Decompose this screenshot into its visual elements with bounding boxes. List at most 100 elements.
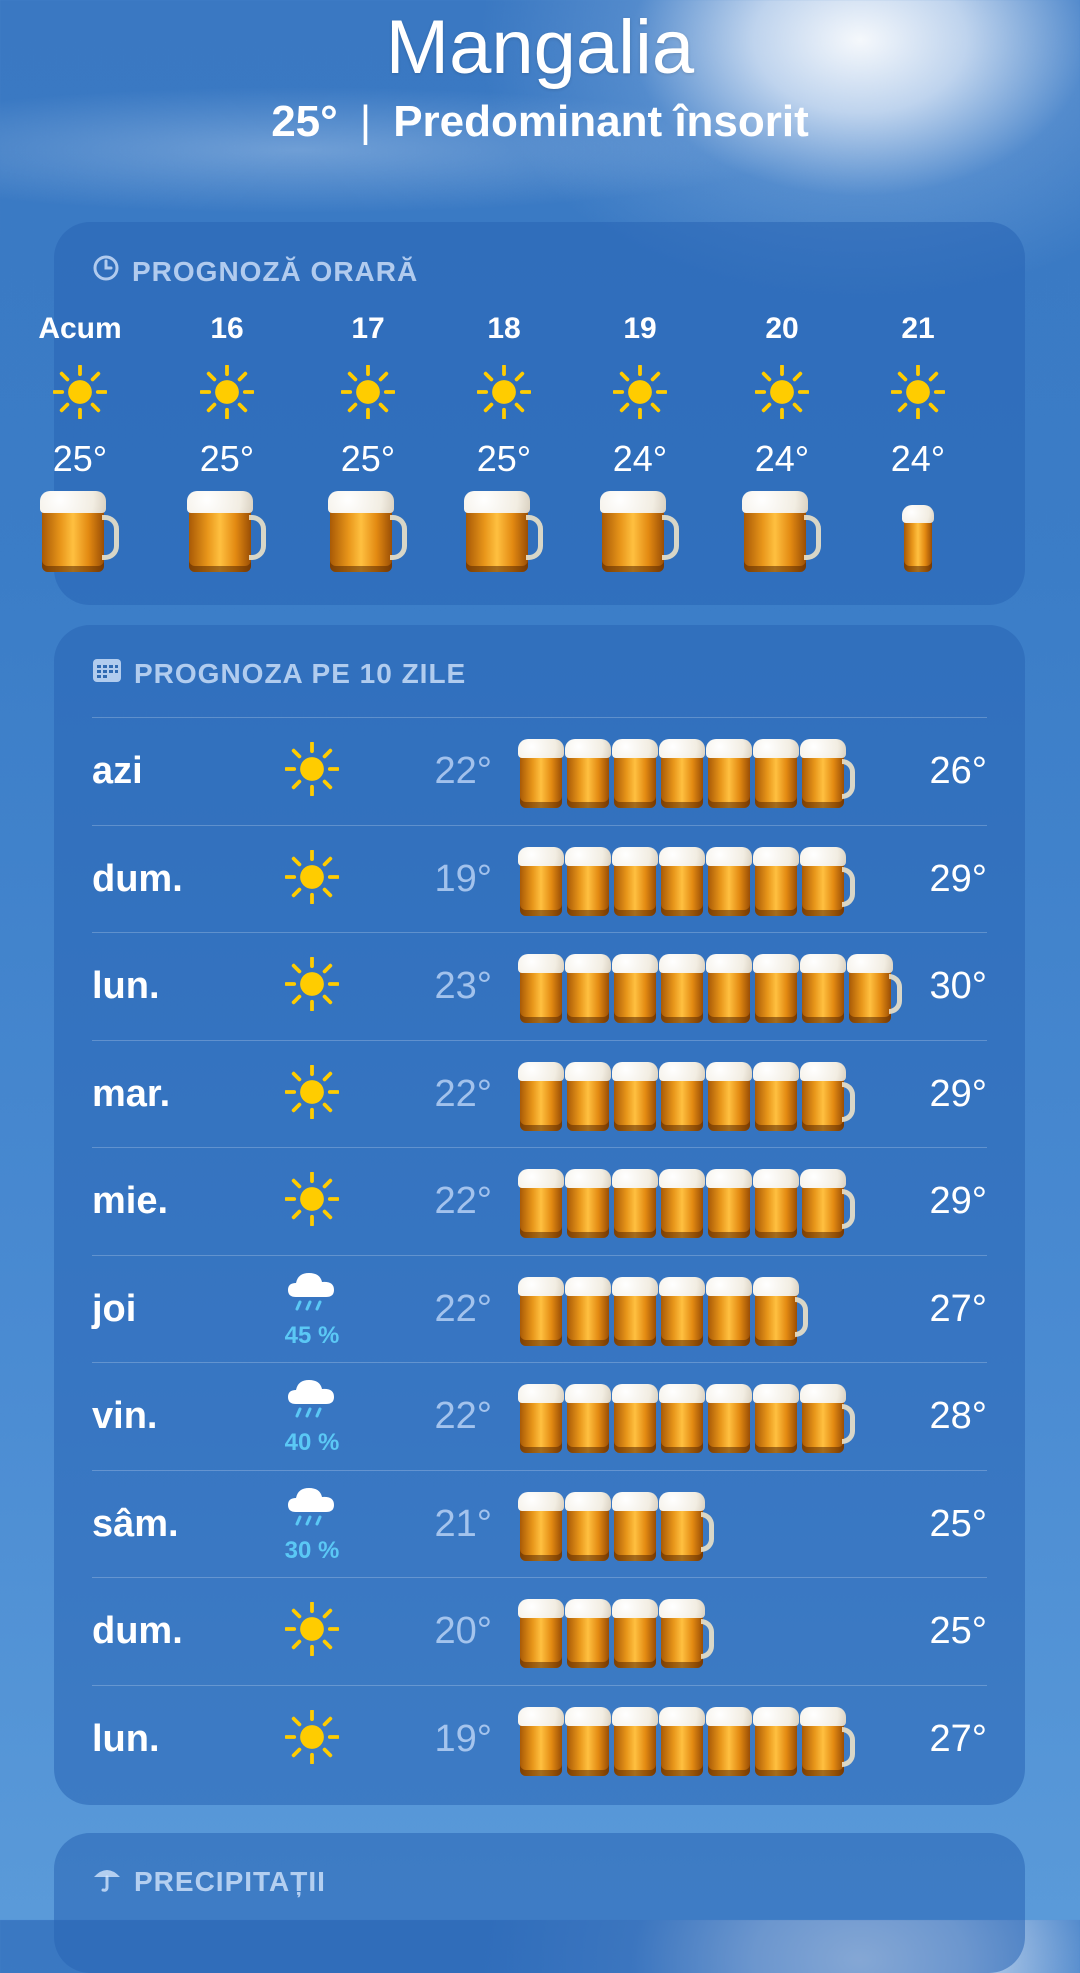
daily-row[interactable]: lun. 23° 30°	[92, 932, 987, 1040]
beer-mug-icon	[800, 951, 849, 1023]
beer-mug-icon	[706, 1381, 755, 1453]
low-temp: 22°	[434, 1180, 492, 1222]
hourly-temp: 25°	[476, 438, 532, 479]
beer-mug-icon	[565, 1489, 614, 1561]
high-temp: 27°	[929, 1717, 987, 1760]
high-temp: 29°	[929, 857, 987, 900]
beer-mug-icon	[518, 951, 567, 1023]
beer-mug-icon	[612, 736, 661, 808]
low-temp: 19°	[434, 1717, 492, 1760]
temp-range-bar	[518, 1704, 855, 1776]
sun-icon	[754, 363, 810, 424]
sun-icon	[340, 363, 396, 424]
beer-mug-icon	[706, 844, 755, 916]
beer-mug-icon	[847, 951, 902, 1023]
daily-row[interactable]: vin. 40 % 22° 28°	[92, 1362, 987, 1470]
day-label: dum.	[92, 1610, 183, 1652]
daily-row[interactable]: dum. 20° 25°	[92, 1577, 987, 1685]
low-temp: 21°	[434, 1502, 492, 1545]
beer-mug-icon	[753, 1059, 802, 1131]
low-temp: 22°	[434, 750, 492, 792]
temp-range-bar	[518, 1274, 808, 1346]
hourly-temp: 24°	[890, 438, 946, 479]
daily-row[interactable]: sâm. 30 % 21° 25°	[92, 1469, 987, 1578]
sun-icon	[284, 1601, 340, 1661]
high-temp: 29°	[929, 1072, 987, 1115]
beer-mug-icon	[753, 951, 802, 1023]
beer-mug-icon	[518, 1059, 567, 1131]
beer-mug-icon	[659, 1274, 708, 1346]
sun-icon	[284, 1708, 340, 1769]
daily-forecast-title: PROGNOZA PE 10 ZILE	[134, 657, 467, 689]
daily-row[interactable]: azi 22° 26°	[92, 717, 987, 825]
beer-mug-icon	[518, 1381, 567, 1453]
daily-row[interactable]: dum. 19° 29°	[92, 824, 987, 933]
beer-mug-icon	[518, 1596, 567, 1668]
beer-mug-icon	[328, 488, 407, 572]
beer-mug-icon	[800, 844, 855, 916]
beer-mug-icon	[565, 1596, 614, 1668]
precip-probability: 30 %	[284, 1536, 340, 1564]
sun-icon	[199, 363, 255, 424]
beer-mug-icon	[659, 844, 708, 916]
hourly-temp: 24°	[612, 438, 668, 479]
hourly-time: 18	[487, 312, 521, 345]
daily-forecast-header: PROGNOZA PE 10 ZILE	[92, 657, 466, 690]
beer-mug-icon	[659, 1596, 714, 1668]
daily-row[interactable]: mie. 22° 29°	[92, 1147, 987, 1255]
low-temp: 23°	[434, 965, 492, 1007]
daily-row[interactable]: joi 45 % 22° 27°	[92, 1254, 987, 1363]
beer-mug-icon	[753, 1274, 808, 1346]
beer-mug-icon	[753, 736, 802, 808]
beer-mug-icon	[518, 1704, 567, 1776]
hourly-temp: 25°	[199, 438, 255, 479]
temp-range-bar	[518, 1596, 714, 1668]
beer-mug-icon	[659, 1704, 708, 1776]
beer-mug-icon	[706, 951, 755, 1023]
beer-mug-icon	[612, 1274, 661, 1346]
beer-mug-icon	[565, 736, 614, 808]
hourly-item: 20 24°	[722, 312, 842, 572]
day-label: dum.	[92, 857, 183, 900]
hourly-item: Acum 25°	[20, 312, 140, 572]
day-label: mar.	[92, 1072, 171, 1115]
beer-mug-icon	[706, 1166, 755, 1238]
beer-mug-icon	[612, 1596, 661, 1668]
calendar-icon	[92, 657, 122, 690]
temp-range-bar	[518, 736, 855, 808]
beer-mug-icon	[800, 1704, 855, 1776]
beer-mug-icon	[800, 1059, 855, 1131]
beer-mug-icon	[753, 1704, 802, 1776]
sun-icon	[612, 363, 668, 424]
low-temp: 22°	[434, 1287, 492, 1330]
beer-mug-icon	[742, 488, 821, 572]
daily-row[interactable]: mar. 22° 29°	[92, 1039, 987, 1148]
hourly-item: 16 25°	[167, 312, 287, 572]
hourly-time: 17	[351, 312, 385, 345]
sun-icon	[284, 848, 340, 909]
hourly-forecast-card[interactable]: PROGNOZĂ ORARĂ Acum 25° 16 25° 17 25° 18…	[38, 222, 1025, 605]
day-label: lun.	[92, 965, 160, 1007]
temp-range-bar	[518, 1166, 855, 1238]
beer-mug-icon	[518, 844, 567, 916]
beer-mug-icon	[565, 1059, 614, 1131]
hourly-time: 19	[623, 312, 657, 345]
beer-mug-icon	[753, 844, 802, 916]
beer-mug-icon	[565, 1704, 614, 1776]
day-label: sâm.	[92, 1502, 179, 1545]
daily-forecast-card[interactable]: PROGNOZA PE 10 ZILE azi 22° 26° dum. 19° …	[54, 625, 1025, 1805]
hourly-item: 17 25°	[308, 312, 428, 572]
location-header: Mangalia 25° | Predominant însorit	[0, 0, 1080, 144]
beer-mug-icon	[659, 1166, 708, 1238]
current-condition: Predominant însorit	[393, 97, 809, 146]
day-label: azi	[92, 750, 143, 792]
temp-range-bar	[518, 1381, 855, 1453]
daily-row[interactable]: lun. 19° 27°	[92, 1684, 987, 1793]
beer-mug-icon	[800, 1381, 855, 1453]
high-temp: 28°	[929, 1395, 987, 1437]
beer-mug-icon	[612, 1059, 661, 1131]
sun-icon	[52, 363, 108, 424]
day-label: mie.	[92, 1180, 169, 1222]
precipitation-card[interactable]: PRECIPITAȚII	[54, 1833, 1025, 1973]
city-name: Mangalia	[385, 5, 695, 90]
